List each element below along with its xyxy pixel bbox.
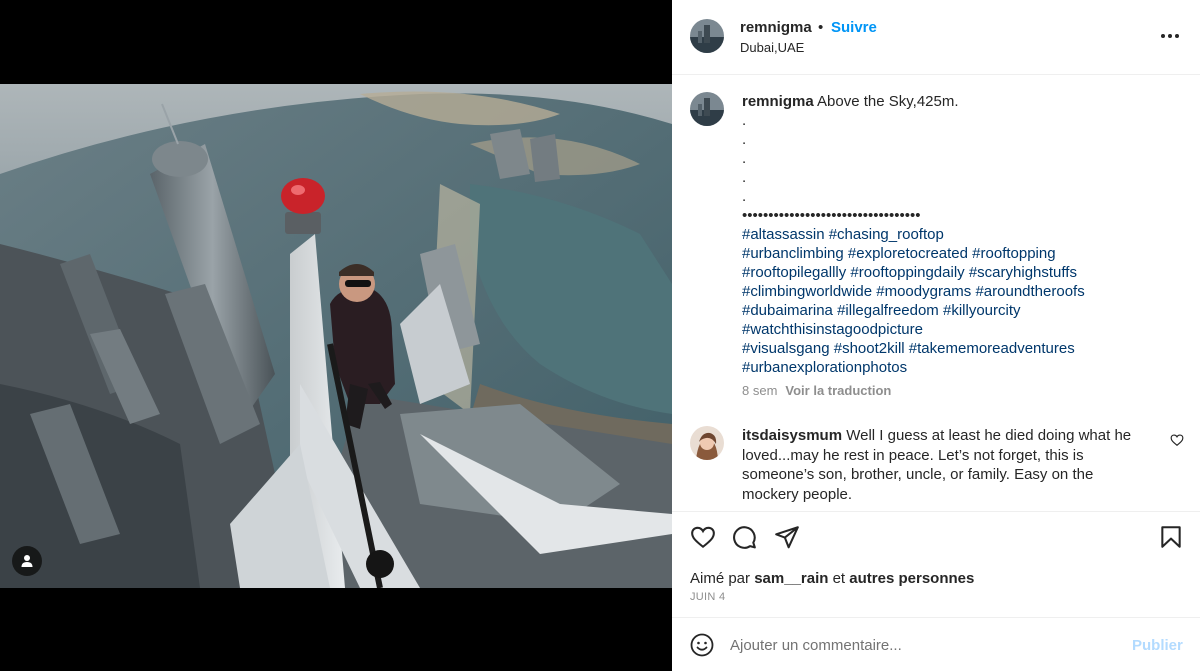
hashtag-line: #urbanclimbing #exploretocreated #roofto… xyxy=(742,244,1182,263)
caption-meta: 8 sem Voir la traduction xyxy=(742,383,891,398)
caption-text: Above the Sky,425m. xyxy=(817,93,959,110)
avatar[interactable] xyxy=(690,19,724,53)
separator-dot: • xyxy=(818,19,824,36)
hashtag-link[interactable]: #visualsgang xyxy=(742,340,830,357)
hashtag-link[interactable]: #takememoreadventures xyxy=(909,340,1075,357)
hashtag-line: #altassassin #chasing_rooftop xyxy=(742,225,1182,244)
hashtag-link[interactable]: #scaryhighstuffs xyxy=(969,264,1077,281)
profile-picture xyxy=(690,19,724,53)
hashtag-link[interactable]: #illegalfreedom xyxy=(837,302,939,319)
liker-username[interactable]: sam__rain xyxy=(754,570,828,587)
hashtag-link[interactable]: #moodygrams xyxy=(876,283,971,300)
hashtag-line: #dubaimarina #illegalfreedom #killyourci… xyxy=(742,301,1182,320)
heart-icon xyxy=(691,526,715,549)
rooftop-photo-illustration xyxy=(0,84,672,588)
author-username[interactable]: remnigma xyxy=(740,19,812,36)
caption-dot: . xyxy=(742,131,747,148)
commenter-avatar[interactable] xyxy=(690,426,724,460)
hashtag-link[interactable]: #altassassin xyxy=(742,226,825,243)
hashtag-link[interactable]: #chasing_rooftop xyxy=(829,226,944,243)
hashtag-link[interactable]: #dubaimarina xyxy=(742,302,833,319)
commenter-username[interactable]: itsdaisysmum xyxy=(742,427,842,444)
comment-like-button[interactable] xyxy=(1170,433,1186,449)
more-options-button[interactable] xyxy=(1156,26,1184,46)
hashtag-link[interactable]: #rooftopilegallly xyxy=(742,264,846,281)
caption-avatar[interactable] xyxy=(690,92,724,126)
profile-picture xyxy=(690,92,724,126)
comment-button[interactable] xyxy=(731,524,759,552)
share-button[interactable] xyxy=(774,524,802,552)
post-photo[interactable] xyxy=(0,84,672,588)
hashtag-link[interactable]: #urbanexplorationphotos xyxy=(742,359,907,376)
tag-button[interactable] xyxy=(12,546,42,576)
heart-icon xyxy=(1170,434,1184,446)
hashtag-link[interactable]: #climbingworldwide xyxy=(742,283,872,300)
actions-divider xyxy=(672,511,1200,512)
hashtag-link[interactable]: #aroundtheroofs xyxy=(975,283,1084,300)
caption-dot: . xyxy=(742,188,747,205)
hashtag-line: #visualsgang #shoot2kill #takememoreadve… xyxy=(742,339,1182,358)
caption-dot: . xyxy=(742,169,747,186)
comment: itsdaisysmum Well I guess at least he di… xyxy=(742,426,1147,504)
see-translation-button[interactable]: Voir la traduction xyxy=(785,383,891,398)
likes-prefix: Aimé par xyxy=(690,570,751,587)
emoji-button[interactable] xyxy=(690,633,714,657)
post-media xyxy=(0,0,672,671)
hashtag-link[interactable]: #urbanclimbing xyxy=(742,245,844,262)
bookmark-icon xyxy=(1161,526,1181,548)
likes-others-link[interactable]: autres personnes xyxy=(849,570,974,587)
caption-username[interactable]: remnigma xyxy=(742,93,814,110)
hashtag-link[interactable]: #rooftopping xyxy=(972,245,1055,262)
more-horizontal-icon xyxy=(1161,34,1179,38)
hashtag-link[interactable]: #shoot2kill xyxy=(834,340,905,357)
comment-icon xyxy=(733,526,756,549)
caption-dot: . xyxy=(742,150,747,167)
hashtag-line: #rooftopilegallly #rooftoppingdaily #sca… xyxy=(742,263,1182,282)
hashtag-link[interactable]: #rooftoppingdaily xyxy=(850,264,964,281)
hashtag-line: #urbanexplorationphotos xyxy=(742,358,1182,377)
hashtag-line: #watchthisinstagoodpicture xyxy=(742,320,1182,339)
publish-button[interactable]: Publier xyxy=(1132,637,1183,654)
person-tag-icon xyxy=(21,555,33,567)
save-button[interactable] xyxy=(1158,524,1186,552)
comment-input[interactable] xyxy=(730,629,1120,661)
post-panel: remnigma • Suivre Dubai,UAE remnigma Abo… xyxy=(672,0,1200,671)
caption: remnigma Above the Sky,425m. . . . . . •… xyxy=(742,92,1182,377)
profile-picture xyxy=(690,426,724,460)
hashtag-link[interactable]: #watchthisinstagoodpicture xyxy=(742,321,923,338)
comments-section[interactable]: remnigma Above the Sky,425m. . . . . . •… xyxy=(672,76,1200,512)
likes-summary: Aimé par sam__rain et autres personnes xyxy=(690,570,974,587)
add-comment-bar: Publier xyxy=(672,617,1200,671)
hashtag-line: #climbingworldwide #moodygrams #aroundth… xyxy=(742,282,1182,301)
emoji-icon xyxy=(690,633,714,657)
post-header: remnigma • Suivre Dubai,UAE xyxy=(672,0,1200,75)
likes-connector: et xyxy=(832,570,846,587)
share-icon xyxy=(775,526,799,549)
post-age[interactable]: 8 sem xyxy=(742,383,777,398)
caption-dot: . xyxy=(742,112,747,129)
hashtag-link[interactable]: #exploretocreated xyxy=(848,245,968,262)
caption-separator: •••••••••••••••••••••••••••••••••• xyxy=(742,207,921,224)
follow-button[interactable]: Suivre xyxy=(831,19,877,36)
hashtag-link[interactable]: #killyourcity xyxy=(943,302,1021,319)
post-date[interactable]: JUIN 4 xyxy=(690,591,725,603)
post-location[interactable]: Dubai,UAE xyxy=(740,40,804,55)
like-button[interactable] xyxy=(690,524,718,552)
